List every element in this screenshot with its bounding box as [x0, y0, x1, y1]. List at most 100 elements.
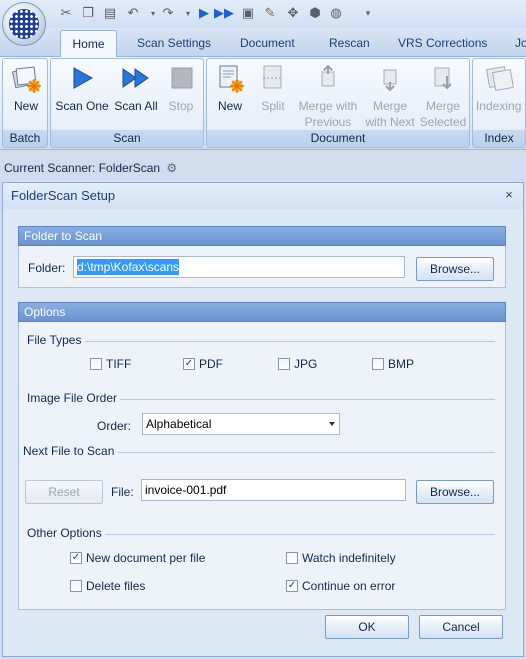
chevron-down-icon [329, 422, 335, 426]
scan-one-icon[interactable]: ▶ [196, 5, 212, 21]
merge-selected-label-2: Selected [419, 115, 467, 129]
folder-input-value: d:\tmp\Kofax\scans [77, 259, 180, 275]
refresh-icon[interactable]: ◍ [328, 5, 344, 21]
undo-dropdown-icon[interactable]: ▾ [145, 5, 161, 21]
next-file-browse-button[interactable]: Browse... [416, 480, 494, 504]
order-dropdown[interactable]: Alphabetical [142, 413, 340, 435]
stop-icon [171, 67, 193, 89]
close-icon[interactable]: × [502, 188, 516, 202]
edit-icon[interactable]: ✎ [262, 5, 278, 21]
order-value: Alphabetical [146, 417, 212, 431]
scan-one-icon [73, 67, 94, 89]
new-batch-button[interactable]: New [8, 62, 44, 114]
delete-files-checkbox[interactable] [70, 580, 82, 592]
folder-input[interactable]: d:\tmp\Kofax\scans [73, 256, 405, 278]
undo-icon[interactable]: ↶ [125, 5, 141, 21]
current-scanner-label: Current Scanner: FolderScan [4, 161, 161, 175]
group-index-label: Index [473, 130, 525, 147]
indexing-icon [485, 65, 515, 92]
merge-previous-icon [321, 64, 335, 87]
order-label: Order: [97, 419, 132, 433]
folder-label: Folder: [28, 261, 66, 275]
dialog-title: FolderScan Setup [3, 183, 523, 209]
merge-next-icon [383, 69, 397, 92]
current-scanner-bar: Current Scanner: FolderScan ⚙ [0, 158, 526, 178]
split-label: Split [261, 99, 285, 113]
merge-previous-label-1: Merge with [298, 99, 358, 113]
cancel-button[interactable]: Cancel [419, 615, 503, 639]
split-button[interactable]: Split [256, 62, 290, 114]
divider [105, 534, 495, 535]
new-document-per-file-checkbox[interactable]: ✓ [70, 552, 82, 564]
merge-with-next-button[interactable]: Merge with Next [364, 62, 416, 130]
scan-all-icon [122, 68, 149, 88]
merge-selected-button[interactable]: Merge Selected [418, 62, 468, 130]
scan-all-icon[interactable]: ▶▶ [214, 5, 234, 21]
stop-button[interactable]: Stop [164, 62, 198, 114]
merge-with-previous-button[interactable]: Merge with Previous [294, 62, 362, 130]
tiff-checkbox[interactable] [90, 358, 102, 370]
image-order-heading: Image File Order [27, 391, 118, 405]
continue-on-error-label: Continue on error [302, 579, 396, 593]
tab-document[interactable]: Document [240, 36, 295, 50]
folder-section-header: Folder to Scan [18, 226, 506, 246]
ok-button[interactable]: OK [325, 615, 409, 639]
merge-selected-icon [434, 67, 452, 90]
scanner-settings-icon[interactable]: ⚙ [166, 161, 177, 175]
scan-document-icon[interactable]: ▣ [240, 5, 256, 21]
copy-icon[interactable]: ❐ [80, 5, 96, 21]
divider [118, 452, 495, 453]
stop-label: Stop [168, 99, 194, 113]
pdf-label: PDF [199, 357, 223, 371]
jpg-label: JPG [294, 357, 318, 371]
indexing-label: Indexing [476, 99, 522, 113]
new-document-button[interactable]: New [212, 62, 248, 114]
cut-icon[interactable]: ✂ [58, 5, 74, 21]
tab-jobs[interactable]: Jo [515, 36, 526, 50]
new-batch-icon [11, 66, 41, 93]
indexing-button[interactable]: Indexing [476, 62, 526, 114]
paste-icon[interactable]: ▤ [102, 5, 118, 21]
reset-button[interactable]: Reset [25, 480, 103, 504]
jpg-checkbox[interactable] [278, 358, 290, 370]
continue-on-error-checkbox[interactable]: ✓ [286, 580, 298, 592]
delete-files-label: Delete files [86, 579, 146, 593]
merge-previous-label-2: Previous [304, 115, 352, 129]
redo-icon[interactable]: ↷ [160, 5, 176, 21]
bmp-checkbox[interactable] [372, 358, 384, 370]
other-options-heading: Other Options [27, 526, 102, 540]
divider [120, 399, 495, 400]
next-file-input[interactable]: invoice-001.pdf [141, 479, 406, 501]
new-document-per-file-label: New document per file [86, 551, 206, 565]
merge-selected-label-1: Merge [425, 99, 460, 113]
divider [85, 341, 495, 342]
merge-next-label-2: with Next [365, 115, 415, 129]
customize-toolbar-icon[interactable]: ▾ [360, 5, 376, 21]
next-file-heading: Next File to Scan [23, 444, 115, 458]
pdf-checkbox[interactable]: ✓ [183, 358, 195, 370]
merge-next-label-1: Merge [372, 99, 407, 113]
tab-home-label: Home [72, 37, 105, 51]
scanner-icon[interactable]: ⬢ [307, 5, 323, 21]
folder-browse-button[interactable]: Browse... [416, 257, 494, 281]
new-batch-label: New [13, 99, 38, 113]
watch-indefinitely-label: Watch indefinitely [302, 551, 396, 565]
tab-scan-settings[interactable]: Scan Settings [137, 36, 211, 50]
app-menu-button[interactable] [2, 2, 46, 46]
group-batch-label: Batch [3, 130, 47, 147]
watch-indefinitely-checkbox[interactable] [286, 552, 298, 564]
tab-vrs-corrections[interactable]: VRS Corrections [398, 36, 487, 50]
tab-rescan[interactable]: Rescan [329, 36, 370, 50]
scan-all-button[interactable]: Scan All [112, 62, 160, 114]
globe-logo-icon [9, 9, 39, 39]
file-types-heading: File Types [27, 333, 82, 347]
batch-icon[interactable]: ✥ [285, 5, 301, 21]
group-document-label: Document [207, 130, 469, 147]
scan-one-button[interactable]: Scan One [55, 62, 109, 114]
scan-one-label: Scan One [55, 99, 109, 113]
tab-home[interactable]: Home [60, 30, 117, 57]
redo-dropdown-icon[interactable]: ▾ [180, 5, 196, 21]
file-label: File: [111, 485, 134, 499]
split-icon [263, 65, 283, 89]
options-section-header: Options [18, 302, 506, 322]
